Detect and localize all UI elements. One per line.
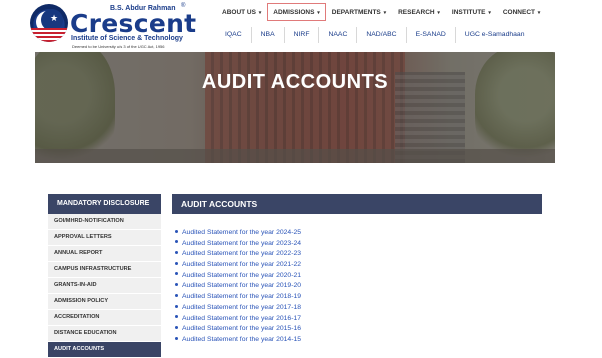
bullet-icon (175, 304, 178, 308)
list-item-link[interactable]: Audited Statement for the year 2018-19 (182, 293, 301, 300)
subnav-item-nirf[interactable]: NIRF (285, 27, 320, 43)
nav-item-label: RESEARCH (398, 9, 435, 16)
bullet-icon (175, 283, 178, 287)
sidebar-item-audit-accounts[interactable]: AUDIT ACCOUNTS (48, 342, 161, 358)
chevron-down-icon: ▾ (258, 10, 262, 16)
sidebar-item-goi-mhrd-notification[interactable]: GOI/MHRD-NOTIFICATION (48, 214, 161, 230)
list-item[interactable]: Audited Statement for the year 2016-17 (175, 314, 301, 325)
sidebar-item-grants-in-aid[interactable]: GRANTS-IN-AID (48, 278, 161, 294)
nav-item-label: DEPARTMENTS (331, 9, 381, 16)
sidebar-item-distance-education[interactable]: DISTANCE EDUCATION (48, 326, 161, 342)
sidebar-item-admission-policy[interactable]: ADMISSION POLICY (48, 294, 161, 310)
nav-item-connect[interactable]: CONNECT ▾ (497, 3, 546, 21)
list-item[interactable]: Audited Statement for the year 2023-24 (175, 239, 301, 250)
nav-item-research[interactable]: RESEARCH ▾ (392, 3, 446, 21)
list-item-link[interactable]: Audited Statement for the year 2016-17 (182, 315, 301, 322)
bullet-icon (175, 240, 178, 244)
nav-item-institute[interactable]: INSTITUTE ▾ (446, 3, 497, 21)
subnav-item-nba[interactable]: NBA (252, 27, 285, 43)
site-header: ★ B.S. Abdur Rahman ® Crescent Institute… (0, 0, 602, 50)
nav-item-about-us[interactable]: ABOUT US ▾ (216, 3, 267, 21)
nav-item-departments[interactable]: DEPARTMENTS ▾ (326, 3, 392, 21)
page-title: AUDIT ACCOUNTS (201, 71, 389, 93)
logo-main-text: Crescent (70, 9, 197, 38)
subnav-item-e-sanad[interactable]: E-SANAD (407, 27, 456, 43)
nav-item-label: INSTITUTE (451, 9, 486, 16)
chevron-down-icon: ▾ (437, 10, 440, 16)
page-banner: AUDIT ACCOUNTS (35, 52, 555, 163)
audit-statement-list: Audited Statement for the year 2024-25 A… (175, 228, 301, 346)
accreditation-nav: IQAC NBA NIRF NAAC NAD/ABC E-SANAD UGC e… (216, 27, 534, 43)
list-item-link[interactable]: Audited Statement for the year 2024-25 (182, 229, 301, 236)
subnav-item-ugc-e-samadhaan[interactable]: UGC e-Samadhaan (456, 27, 534, 43)
list-item[interactable]: Audited Statement for the year 2018-19 (175, 292, 301, 303)
sidebar-heading: MANDATORY DISCLOSURE (48, 194, 161, 214)
list-item-link[interactable]: Audited Statement for the year 2020-21 (182, 272, 301, 279)
crescent-emblem-icon: ★ (30, 4, 68, 42)
list-item-link[interactable]: Audited Statement for the year 2022-23 (182, 250, 301, 257)
chevron-down-icon: ▾ (488, 10, 491, 16)
list-item[interactable]: Audited Statement for the year 2015-16 (175, 324, 301, 335)
sidebar-item-annual-report[interactable]: ANNUAL REPORT (48, 246, 161, 262)
list-item[interactable]: Audited Statement for the year 2020-21 (175, 271, 301, 282)
list-item[interactable]: Audited Statement for the year 2019-20 (175, 281, 301, 292)
bullet-icon (175, 336, 178, 340)
chevron-down-icon: ▾ (383, 10, 387, 16)
bullet-icon (175, 251, 178, 255)
subnav-item-nad-abc[interactable]: NAD/ABC (357, 27, 407, 43)
list-item-link[interactable]: Audited Statement for the year 2017-18 (182, 304, 301, 311)
list-item[interactable]: Audited Statement for the year 2017-18 (175, 303, 301, 314)
list-item-link[interactable]: Audited Statement for the year 2014-15 (182, 336, 301, 343)
nav-item-label: ADMISSIONS (273, 9, 315, 16)
subnav-item-iqac[interactable]: IQAC (216, 27, 252, 43)
sidebar: MANDATORY DISCLOSURE GOI/MHRD-NOTIFICATI… (48, 194, 161, 358)
nav-item-label: CONNECT (502, 9, 535, 16)
list-item-link[interactable]: Audited Statement for the year 2023-24 (182, 240, 301, 247)
list-item[interactable]: Audited Statement for the year 2024-25 (175, 228, 301, 239)
banner-overlay (35, 52, 555, 163)
content-heading: AUDIT ACCOUNTS (172, 194, 542, 214)
bullet-icon (175, 293, 178, 297)
list-item-link[interactable]: Audited Statement for the year 2021-22 (182, 261, 301, 268)
sidebar-item-accreditation[interactable]: ACCREDITATION (48, 310, 161, 326)
nav-item-admissions[interactable]: ADMISSIONS ▾ (267, 3, 326, 21)
logo-sub-text: Institute of Science & Technology (71, 35, 183, 42)
main-nav: ABOUT US ▾ ADMISSIONS ▾ DEPARTMENTS ▾ RE… (216, 3, 546, 21)
subnav-item-naac[interactable]: NAAC (319, 27, 358, 43)
chevron-down-icon: ▾ (537, 10, 541, 16)
bullet-icon (175, 229, 178, 233)
logo-deemed-text: Deemed to be University u/s 3 of the UGC… (72, 44, 165, 49)
bullet-icon (175, 261, 178, 265)
sidebar-item-campus-infrastructure[interactable]: CAMPUS INFRASTRUCTURE (48, 262, 161, 278)
crescent-logo[interactable]: ★ B.S. Abdur Rahman ® Crescent Institute… (30, 3, 196, 49)
bullet-icon (175, 315, 178, 319)
list-item-link[interactable]: Audited Statement for the year 2019-20 (182, 282, 301, 289)
chevron-down-icon: ▾ (317, 10, 320, 16)
nav-item-label: ABOUT US (222, 9, 256, 16)
sidebar-item-approval-letters[interactable]: APPROVAL LETTERS (48, 230, 161, 246)
bullet-icon (175, 325, 178, 329)
list-item[interactable]: Audited Statement for the year 2021-22 (175, 260, 301, 271)
bullet-icon (175, 272, 178, 276)
list-item[interactable]: Audited Statement for the year 2014-15 (175, 335, 301, 346)
list-item-link[interactable]: Audited Statement for the year 2015-16 (182, 325, 301, 332)
list-item[interactable]: Audited Statement for the year 2022-23 (175, 249, 301, 260)
